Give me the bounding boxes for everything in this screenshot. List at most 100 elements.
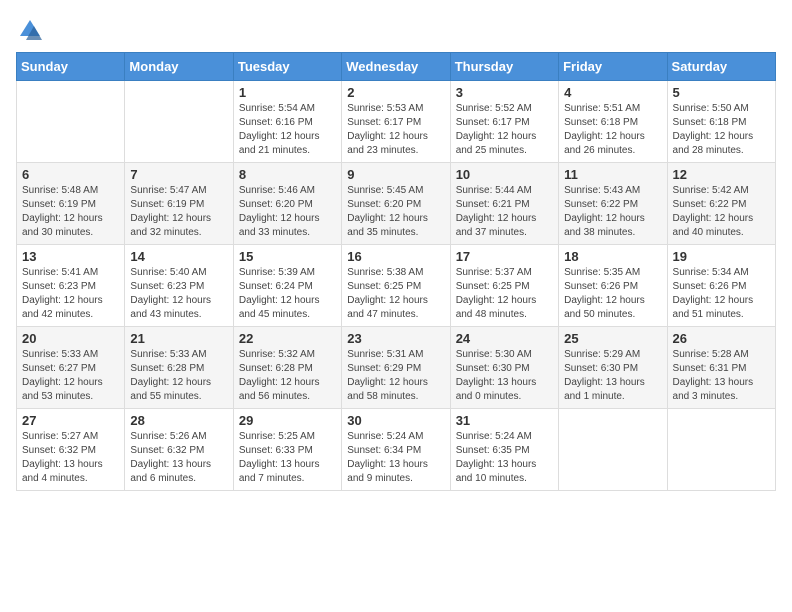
day-info: Sunrise: 5:50 AM Sunset: 6:18 PM Dayligh… xyxy=(673,102,770,158)
day-number: 18 xyxy=(564,249,661,264)
calendar-cell: 25Sunrise: 5:29 AM Sunset: 6:30 PM Dayli… xyxy=(559,327,667,409)
calendar-cell: 16 Sunrise: 5:38 AM Sunset: 6:25 PM Dayli… xyxy=(342,245,450,327)
calendar-cell: 31 Sunrise: 5:24 AM Sunset: 6:35 PM Dayli… xyxy=(450,409,558,491)
day-info: Sunrise: 5:39 AM Sunset: 6:24 PM Dayligh… xyxy=(239,266,336,322)
calendar-header-row: SundayMondayTuesdayWednesdayThursdayFrid… xyxy=(17,53,776,81)
day-number: 22 xyxy=(239,331,336,346)
day-of-week-header: Sunday xyxy=(17,53,125,81)
page-header xyxy=(16,16,776,44)
calendar-cell: 13 Sunrise: 5:41 AM Sunset: 6:23 PM Dayli… xyxy=(17,245,125,327)
day-of-week-header: Wednesday xyxy=(342,53,450,81)
calendar-cell: 23 Sunrise: 5:31 AM Sunset: 6:29 PM Dayli… xyxy=(342,327,450,409)
day-number: 13 xyxy=(22,249,119,264)
calendar-week-row: 20 Sunrise: 5:33 AM Sunset: 6:27 PM Dayli… xyxy=(17,327,776,409)
calendar-cell: 18Sunrise: 5:35 AM Sunset: 6:26 PM Dayli… xyxy=(559,245,667,327)
day-info: Sunrise: 5:54 AM Sunset: 6:16 PM Dayligh… xyxy=(239,102,336,158)
calendar-cell: 5Sunrise: 5:50 AM Sunset: 6:18 PM Daylig… xyxy=(667,81,775,163)
day-info: Sunrise: 5:24 AM Sunset: 6:34 PM Dayligh… xyxy=(347,430,444,486)
day-number: 14 xyxy=(130,249,227,264)
day-info: Sunrise: 5:33 AM Sunset: 6:27 PM Dayligh… xyxy=(22,348,119,404)
day-number: 7 xyxy=(130,167,227,182)
day-info: Sunrise: 5:25 AM Sunset: 6:33 PM Dayligh… xyxy=(239,430,336,486)
day-info: Sunrise: 5:37 AM Sunset: 6:25 PM Dayligh… xyxy=(456,266,553,322)
day-number: 26 xyxy=(673,331,770,346)
day-number: 1 xyxy=(239,85,336,100)
day-of-week-header: Tuesday xyxy=(233,53,341,81)
calendar-cell xyxy=(17,81,125,163)
day-number: 20 xyxy=(22,331,119,346)
day-number: 24 xyxy=(456,331,553,346)
day-of-week-header: Friday xyxy=(559,53,667,81)
calendar-cell: 28 Sunrise: 5:26 AM Sunset: 6:32 PM Dayli… xyxy=(125,409,233,491)
day-info: Sunrise: 5:34 AM Sunset: 6:26 PM Dayligh… xyxy=(673,266,770,322)
day-info: Sunrise: 5:24 AM Sunset: 6:35 PM Dayligh… xyxy=(456,430,553,486)
day-info: Sunrise: 5:28 AM Sunset: 6:31 PM Dayligh… xyxy=(673,348,770,404)
calendar-cell: 30 Sunrise: 5:24 AM Sunset: 6:34 PM Dayli… xyxy=(342,409,450,491)
day-number: 8 xyxy=(239,167,336,182)
day-info: Sunrise: 5:47 AM Sunset: 6:19 PM Dayligh… xyxy=(130,184,227,240)
day-info: Sunrise: 5:27 AM Sunset: 6:32 PM Dayligh… xyxy=(22,430,119,486)
day-info: Sunrise: 5:40 AM Sunset: 6:23 PM Dayligh… xyxy=(130,266,227,322)
calendar-cell: 9Sunrise: 5:45 AM Sunset: 6:20 PM Daylig… xyxy=(342,163,450,245)
day-info: Sunrise: 5:48 AM Sunset: 6:19 PM Dayligh… xyxy=(22,184,119,240)
calendar-cell: 1 Sunrise: 5:54 AM Sunset: 6:16 PM Daylig… xyxy=(233,81,341,163)
day-of-week-header: Monday xyxy=(125,53,233,81)
calendar-cell: 22 Sunrise: 5:32 AM Sunset: 6:28 PM Dayli… xyxy=(233,327,341,409)
calendar-cell: 15 Sunrise: 5:39 AM Sunset: 6:24 PM Dayli… xyxy=(233,245,341,327)
day-number: 3 xyxy=(456,85,553,100)
day-number: 12 xyxy=(673,167,770,182)
calendar-cell: 19 Sunrise: 5:34 AM Sunset: 6:26 PM Dayli… xyxy=(667,245,775,327)
day-info: Sunrise: 5:51 AM Sunset: 6:18 PM Dayligh… xyxy=(564,102,661,158)
day-number: 6 xyxy=(22,167,119,182)
day-number: 2 xyxy=(347,85,444,100)
calendar-cell: 4 Sunrise: 5:51 AM Sunset: 6:18 PM Daylig… xyxy=(559,81,667,163)
day-number: 4 xyxy=(564,85,661,100)
day-number: 23 xyxy=(347,331,444,346)
calendar-cell xyxy=(125,81,233,163)
day-info: Sunrise: 5:44 AM Sunset: 6:21 PM Dayligh… xyxy=(456,184,553,240)
calendar-cell: 20 Sunrise: 5:33 AM Sunset: 6:27 PM Dayli… xyxy=(17,327,125,409)
day-info: Sunrise: 5:31 AM Sunset: 6:29 PM Dayligh… xyxy=(347,348,444,404)
day-info: Sunrise: 5:45 AM Sunset: 6:20 PM Dayligh… xyxy=(347,184,444,240)
day-number: 21 xyxy=(130,331,227,346)
day-info: Sunrise: 5:53 AM Sunset: 6:17 PM Dayligh… xyxy=(347,102,444,158)
day-info: Sunrise: 5:26 AM Sunset: 6:32 PM Dayligh… xyxy=(130,430,227,486)
calendar-week-row: 1 Sunrise: 5:54 AM Sunset: 6:16 PM Daylig… xyxy=(17,81,776,163)
calendar-cell: 29 Sunrise: 5:25 AM Sunset: 6:33 PM Dayli… xyxy=(233,409,341,491)
calendar-cell: 27Sunrise: 5:27 AM Sunset: 6:32 PM Dayli… xyxy=(17,409,125,491)
day-info: Sunrise: 5:33 AM Sunset: 6:28 PM Dayligh… xyxy=(130,348,227,404)
day-of-week-header: Thursday xyxy=(450,53,558,81)
calendar-week-row: 27Sunrise: 5:27 AM Sunset: 6:32 PM Dayli… xyxy=(17,409,776,491)
day-number: 29 xyxy=(239,413,336,428)
day-info: Sunrise: 5:52 AM Sunset: 6:17 PM Dayligh… xyxy=(456,102,553,158)
day-info: Sunrise: 5:32 AM Sunset: 6:28 PM Dayligh… xyxy=(239,348,336,404)
calendar-cell: 8 Sunrise: 5:46 AM Sunset: 6:20 PM Daylig… xyxy=(233,163,341,245)
calendar-week-row: 13 Sunrise: 5:41 AM Sunset: 6:23 PM Dayli… xyxy=(17,245,776,327)
calendar-cell: 24 Sunrise: 5:30 AM Sunset: 6:30 PM Dayli… xyxy=(450,327,558,409)
day-number: 28 xyxy=(130,413,227,428)
calendar-cell: 26 Sunrise: 5:28 AM Sunset: 6:31 PM Dayli… xyxy=(667,327,775,409)
day-info: Sunrise: 5:41 AM Sunset: 6:23 PM Dayligh… xyxy=(22,266,119,322)
day-info: Sunrise: 5:38 AM Sunset: 6:25 PM Dayligh… xyxy=(347,266,444,322)
calendar-cell: 2 Sunrise: 5:53 AM Sunset: 6:17 PM Daylig… xyxy=(342,81,450,163)
calendar-cell: 14 Sunrise: 5:40 AM Sunset: 6:23 PM Dayli… xyxy=(125,245,233,327)
logo-icon xyxy=(16,16,44,44)
day-number: 10 xyxy=(456,167,553,182)
day-info: Sunrise: 5:42 AM Sunset: 6:22 PM Dayligh… xyxy=(673,184,770,240)
calendar-cell: 3 Sunrise: 5:52 AM Sunset: 6:17 PM Daylig… xyxy=(450,81,558,163)
day-number: 16 xyxy=(347,249,444,264)
calendar-cell: 10 Sunrise: 5:44 AM Sunset: 6:21 PM Dayli… xyxy=(450,163,558,245)
day-info: Sunrise: 5:30 AM Sunset: 6:30 PM Dayligh… xyxy=(456,348,553,404)
day-of-week-header: Saturday xyxy=(667,53,775,81)
day-number: 19 xyxy=(673,249,770,264)
day-number: 15 xyxy=(239,249,336,264)
day-number: 25 xyxy=(564,331,661,346)
day-number: 30 xyxy=(347,413,444,428)
calendar-cell: 6 Sunrise: 5:48 AM Sunset: 6:19 PM Daylig… xyxy=(17,163,125,245)
day-info: Sunrise: 5:43 AM Sunset: 6:22 PM Dayligh… xyxy=(564,184,661,240)
calendar-cell: 7 Sunrise: 5:47 AM Sunset: 6:19 PM Daylig… xyxy=(125,163,233,245)
day-number: 31 xyxy=(456,413,553,428)
calendar-cell: 11Sunrise: 5:43 AM Sunset: 6:22 PM Dayli… xyxy=(559,163,667,245)
day-info: Sunrise: 5:46 AM Sunset: 6:20 PM Dayligh… xyxy=(239,184,336,240)
calendar-table: SundayMondayTuesdayWednesdayThursdayFrid… xyxy=(16,52,776,491)
